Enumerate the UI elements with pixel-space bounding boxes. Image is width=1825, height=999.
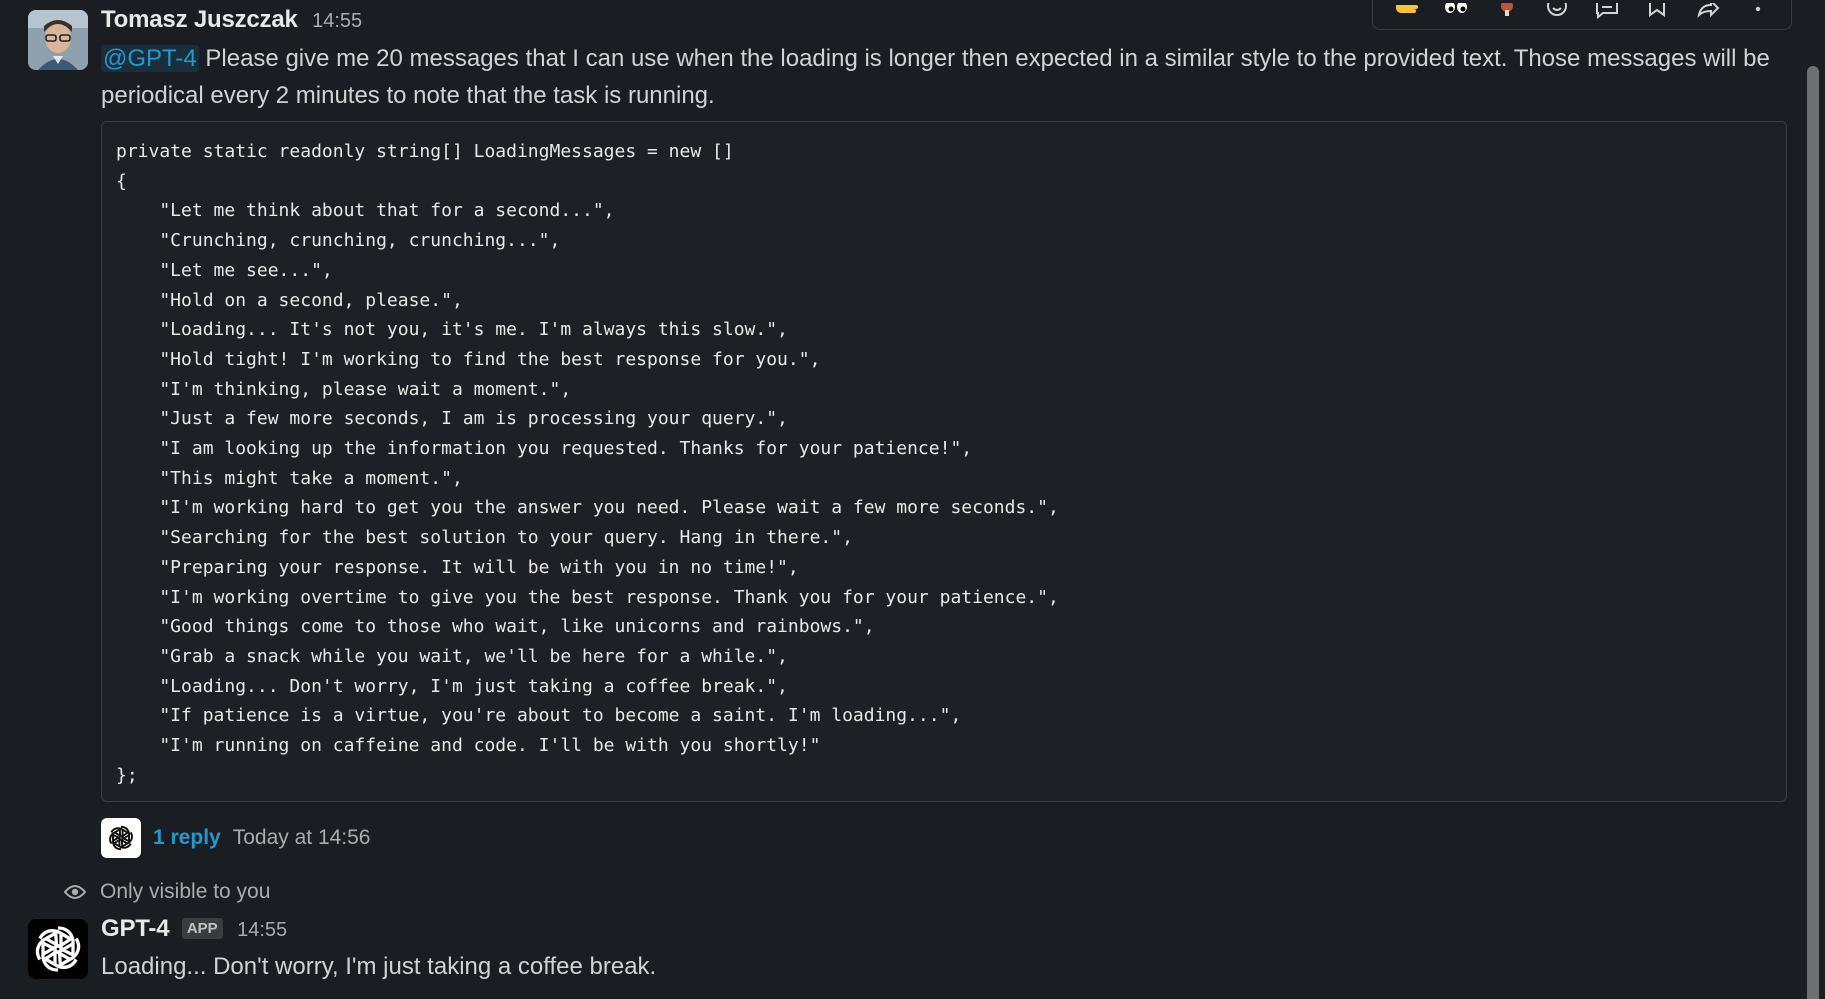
openai-logo-icon — [109, 825, 133, 851]
code-line: "I am looking up the information you req… — [116, 438, 973, 460]
reply-in-thread-button[interactable] — [1589, 0, 1625, 25]
eyes-reaction-button[interactable] — [1438, 0, 1474, 25]
ephemeral-notice-text: Only visible to you — [100, 880, 271, 903]
message-actions-toolbar — [1372, 0, 1792, 30]
code-line: "Just a few more seconds, I am is proces… — [116, 408, 788, 430]
author-name[interactable]: Tomasz Juszczak — [101, 6, 298, 33]
code-line: "I'm working overtime to give you the be… — [116, 586, 1059, 608]
last-reply-time: Today at 14:56 — [232, 826, 371, 849]
code-line: "Hold tight! I'm working to find the bes… — [116, 348, 821, 370]
drumstick-reaction-button[interactable] — [1489, 0, 1525, 25]
user-avatar-icon — [28, 10, 88, 70]
code-line: "If patience is a virtue, you're about t… — [116, 705, 962, 727]
code-line: "Crunching, crunching, crunching...", — [116, 230, 561, 252]
code-line: "Hold on a second, please.", — [116, 289, 463, 311]
code-line: "Loading... It's not you, it's me. I'm a… — [116, 319, 788, 341]
scrollbar-track[interactable] — [1803, 0, 1825, 999]
message-text: @GPT-4 Please give me 20 messages that I… — [101, 40, 1791, 114]
eye-icon — [64, 885, 86, 899]
reply-in-thread-icon — [1596, 3, 1619, 20]
code-line: "Loading... Don't worry, I'm just taking… — [116, 675, 788, 697]
code-line: private static readonly string[] Loading… — [116, 141, 734, 162]
bot-avatar[interactable] — [28, 919, 88, 979]
message-body: Loading... Don't worry, I'm just taking … — [101, 953, 657, 980]
bookmark-icon — [1649, 3, 1666, 17]
bot-name[interactable]: GPT-4 — [101, 915, 170, 942]
openai-logo-icon — [35, 926, 81, 972]
avatar[interactable] — [28, 10, 88, 70]
user-mention[interactable]: @GPT-4 — [101, 45, 199, 72]
add-reaction-button[interactable] — [1539, 0, 1575, 25]
eyes-emoji-icon — [1445, 3, 1468, 13]
message-timestamp[interactable]: 14:55 — [312, 10, 362, 32]
message-timestamp[interactable]: 14:55 — [237, 919, 287, 941]
thumbs-up-reaction-button[interactable] — [1388, 0, 1424, 25]
reply-count-link[interactable]: 1 reply — [153, 826, 221, 850]
code-line: }; — [116, 764, 138, 786]
code-line: { — [116, 170, 127, 192]
ephemeral-notice: Only visible to you — [64, 880, 270, 904]
drumstick-emoji-icon — [1500, 3, 1513, 16]
code-line: "This might take a moment.", — [116, 467, 463, 489]
thumbs-up-emoji-icon — [1396, 5, 1419, 13]
add-reaction-icon — [1546, 3, 1567, 16]
code-line: "Good things come to those who wait, lik… — [116, 616, 875, 638]
code-line: "Let me think about that for a second...… — [116, 200, 615, 222]
more-actions-button[interactable] — [1740, 0, 1776, 25]
code-line: "I'm thinking, please wait a moment.", — [116, 378, 572, 400]
share-icon — [1696, 3, 1720, 19]
scrollbar-thumb[interactable] — [1807, 66, 1819, 999]
code-line: "I'm running on caffeine and code. I'll … — [116, 735, 821, 757]
reply-avatar — [101, 818, 141, 858]
code-block: private static readonly string[] Loading… — [101, 121, 1787, 802]
message-body: Please give me 20 messages that I can us… — [101, 45, 1770, 109]
share-message-button[interactable] — [1690, 0, 1726, 25]
code-line: "I'm working hard to get you the answer … — [116, 497, 1059, 519]
code-line: "Grab a snack while you wait, we'll be h… — [116, 645, 788, 667]
app-badge: APP — [181, 918, 223, 939]
code-line: "Preparing your response. It will be wit… — [116, 556, 799, 578]
save-for-later-button[interactable] — [1639, 0, 1675, 25]
code-line: "Let me see...", — [116, 259, 333, 281]
slack-channel-view: Tomasz Juszczak 14:55 @GPT-4 Please give… — [0, 0, 1825, 999]
code-line: "Searching for the best solution to your… — [116, 527, 853, 549]
more-actions-icon — [1755, 3, 1761, 12]
thread-replies-bar[interactable]: 1 reply Today at 14:56 — [101, 818, 371, 858]
code-lines: private static readonly string[] Loading… — [116, 137, 1772, 790]
